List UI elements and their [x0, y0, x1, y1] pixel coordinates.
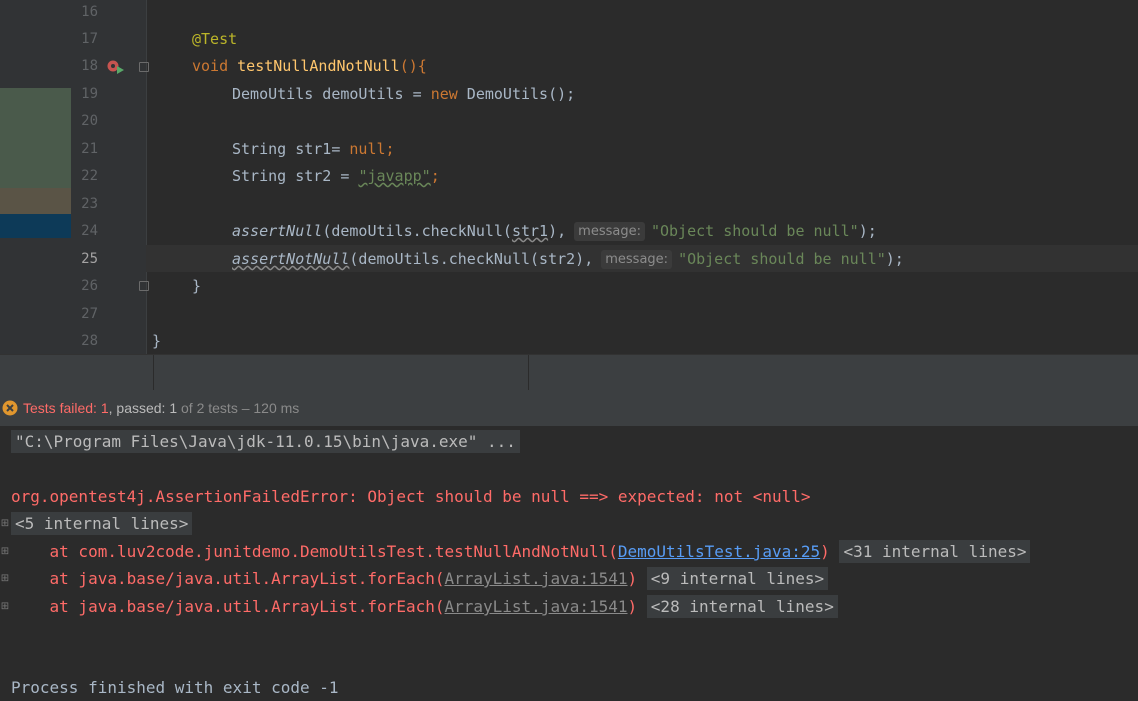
parameter-hint: message:: [574, 222, 645, 241]
code-token: ),: [548, 222, 567, 240]
code-token: DemoUtils();: [457, 85, 576, 103]
line-number: 17: [81, 31, 98, 47]
keyword: null: [349, 140, 386, 158]
trace-text: ): [627, 569, 638, 588]
expand-icon[interactable]: ⊞: [0, 547, 10, 557]
command-text[interactable]: "C:\Program Files\Java\jdk-11.0.15\bin\j…: [11, 430, 520, 453]
toolbar-divider: [528, 355, 529, 391]
tests-passed-count: 1: [169, 400, 178, 416]
parameter-hint: message:: [601, 250, 673, 269]
code-line-26[interactable]: }: [192, 273, 201, 301]
source-link[interactable]: ArrayList.java:1541: [444, 597, 627, 616]
line-number: 28: [81, 333, 98, 349]
error-icon: [2, 400, 18, 416]
tool-window-strip: [0, 0, 71, 354]
process-finished-line: Process finished with exit code -1: [11, 678, 339, 697]
code-line-17[interactable]: @Test: [192, 26, 237, 54]
trace-text: ): [820, 542, 830, 561]
source-link[interactable]: DemoUtilsTest.java:25: [618, 542, 820, 561]
code-token: ;: [385, 140, 395, 158]
line-number: 20: [81, 113, 98, 129]
strip-panel-brown: [0, 188, 71, 214]
line-number: 16: [81, 4, 98, 20]
code-token: }: [152, 332, 162, 350]
code-line-25[interactable]: assertNotNull(demoUtils.checkNull(str2),…: [232, 246, 904, 274]
code-token: (){: [399, 57, 427, 75]
annotation: @Test: [192, 30, 238, 48]
stack-trace-line: at java.base/java.util.ArrayList.forEach…: [11, 593, 838, 620]
method-call: assertNull: [232, 222, 323, 240]
run-test-icon[interactable]: [107, 59, 129, 77]
line-number: 22: [81, 168, 98, 184]
stack-trace-line: at com.luv2code.junitdemo.DemoUtilsTest.…: [11, 538, 1031, 565]
code-editor[interactable]: 16 17 18 19 20 21 22 23 24 25 26 27 28 @…: [0, 0, 1138, 354]
keyword: void: [192, 57, 229, 75]
code-line-21[interactable]: String str1= null;: [232, 136, 395, 164]
string-literal: "javapp": [358, 167, 431, 185]
line-number: 26: [81, 278, 98, 294]
line-number: 19: [81, 86, 98, 102]
test-summary: Tests failed: 1, passed: 1 of 2 tests – …: [23, 390, 299, 426]
code-line-24[interactable]: assertNull(demoUtils.checkNull(str1), mes…: [232, 218, 877, 246]
code-token: ;: [430, 167, 440, 185]
string-literal: "Object should be null": [678, 250, 886, 268]
expand-icon[interactable]: ⊞: [0, 519, 10, 529]
internal-lines-fold[interactable]: <9 internal lines>: [646, 567, 829, 590]
code-token: );: [858, 222, 877, 240]
stack-trace-line: at java.base/java.util.ArrayList.forEach…: [11, 565, 829, 592]
line-number: 24: [81, 223, 98, 239]
console-command-line[interactable]: "C:\Program Files\Java\jdk-11.0.15\bin\j…: [11, 428, 520, 455]
line-number-current: 25: [81, 251, 98, 267]
trace-text: at com.luv2code.junitdemo.DemoUtilsTest.…: [11, 542, 618, 561]
expand-icon[interactable]: ⊞: [0, 602, 10, 612]
line-number: 18: [81, 58, 98, 74]
console-line: <5 internal lines>: [11, 510, 193, 537]
tests-failed-label: Tests failed:: [23, 400, 101, 416]
strip-panel-blue: [0, 214, 71, 238]
code-line-22[interactable]: String str2 = "javapp";: [232, 163, 440, 191]
code-line-19[interactable]: DemoUtils demoUtils = new DemoUtils();: [232, 81, 575, 109]
line-number: 27: [81, 306, 98, 322]
method-call: assertNotNull: [232, 250, 350, 268]
source-link[interactable]: ArrayList.java:1541: [444, 569, 627, 588]
line-number-gutter: 16 17 18 19 20 21 22 23 24 25 26 27 28: [71, 0, 176, 354]
trace-text: ): [627, 597, 638, 616]
tests-failed-count: 1: [100, 400, 109, 416]
test-status-bar: Tests failed: 1, passed: 1 of 2 tests – …: [0, 390, 1138, 426]
console-output[interactable]: "C:\Program Files\Java\jdk-11.0.15\bin\j…: [0, 426, 1138, 697]
fold-start-icon[interactable]: [139, 62, 149, 72]
code-token: );: [885, 250, 904, 268]
tests-passed-label: , passed:: [108, 400, 170, 416]
code-token: (demoUtils.checkNull(str2),: [349, 250, 594, 268]
code-line-18[interactable]: void testNullAndNotNull(){: [192, 53, 427, 81]
code-token: String str2 =: [232, 167, 359, 185]
line-number: 23: [81, 196, 98, 212]
internal-lines-fold[interactable]: <28 internal lines>: [646, 595, 838, 618]
code-token: (demoUtils.checkNull(: [322, 222, 512, 240]
keyword: new: [430, 85, 458, 103]
code-token: str1: [511, 222, 549, 240]
tests-summary-rest: of 2 tests – 120 ms: [177, 400, 300, 416]
trace-text: at java.base/java.util.ArrayList.forEach…: [11, 597, 445, 616]
toolbar-divider: [153, 355, 154, 391]
trace-text: at java.base/java.util.ArrayList.forEach…: [11, 569, 445, 588]
code-token: }: [192, 277, 202, 295]
strip-panel-green: [0, 88, 71, 188]
internal-lines-fold[interactable]: <5 internal lines>: [11, 512, 193, 535]
string-literal: "Object should be null": [650, 222, 859, 240]
fold-end-icon[interactable]: [139, 281, 149, 291]
internal-lines-fold[interactable]: <31 internal lines>: [839, 540, 1031, 563]
run-toolbar: [0, 354, 1138, 391]
expand-icon[interactable]: ⊞: [0, 574, 10, 584]
line-number: 21: [81, 141, 98, 157]
code-token: DemoUtils demoUtils =: [232, 85, 431, 103]
error-message: org.opentest4j.AssertionFailedError: Obj…: [11, 487, 811, 506]
method-name: testNullAndNotNull: [237, 57, 400, 75]
code-token: String str1=: [232, 140, 350, 158]
code-line-28[interactable]: }: [152, 328, 161, 354]
